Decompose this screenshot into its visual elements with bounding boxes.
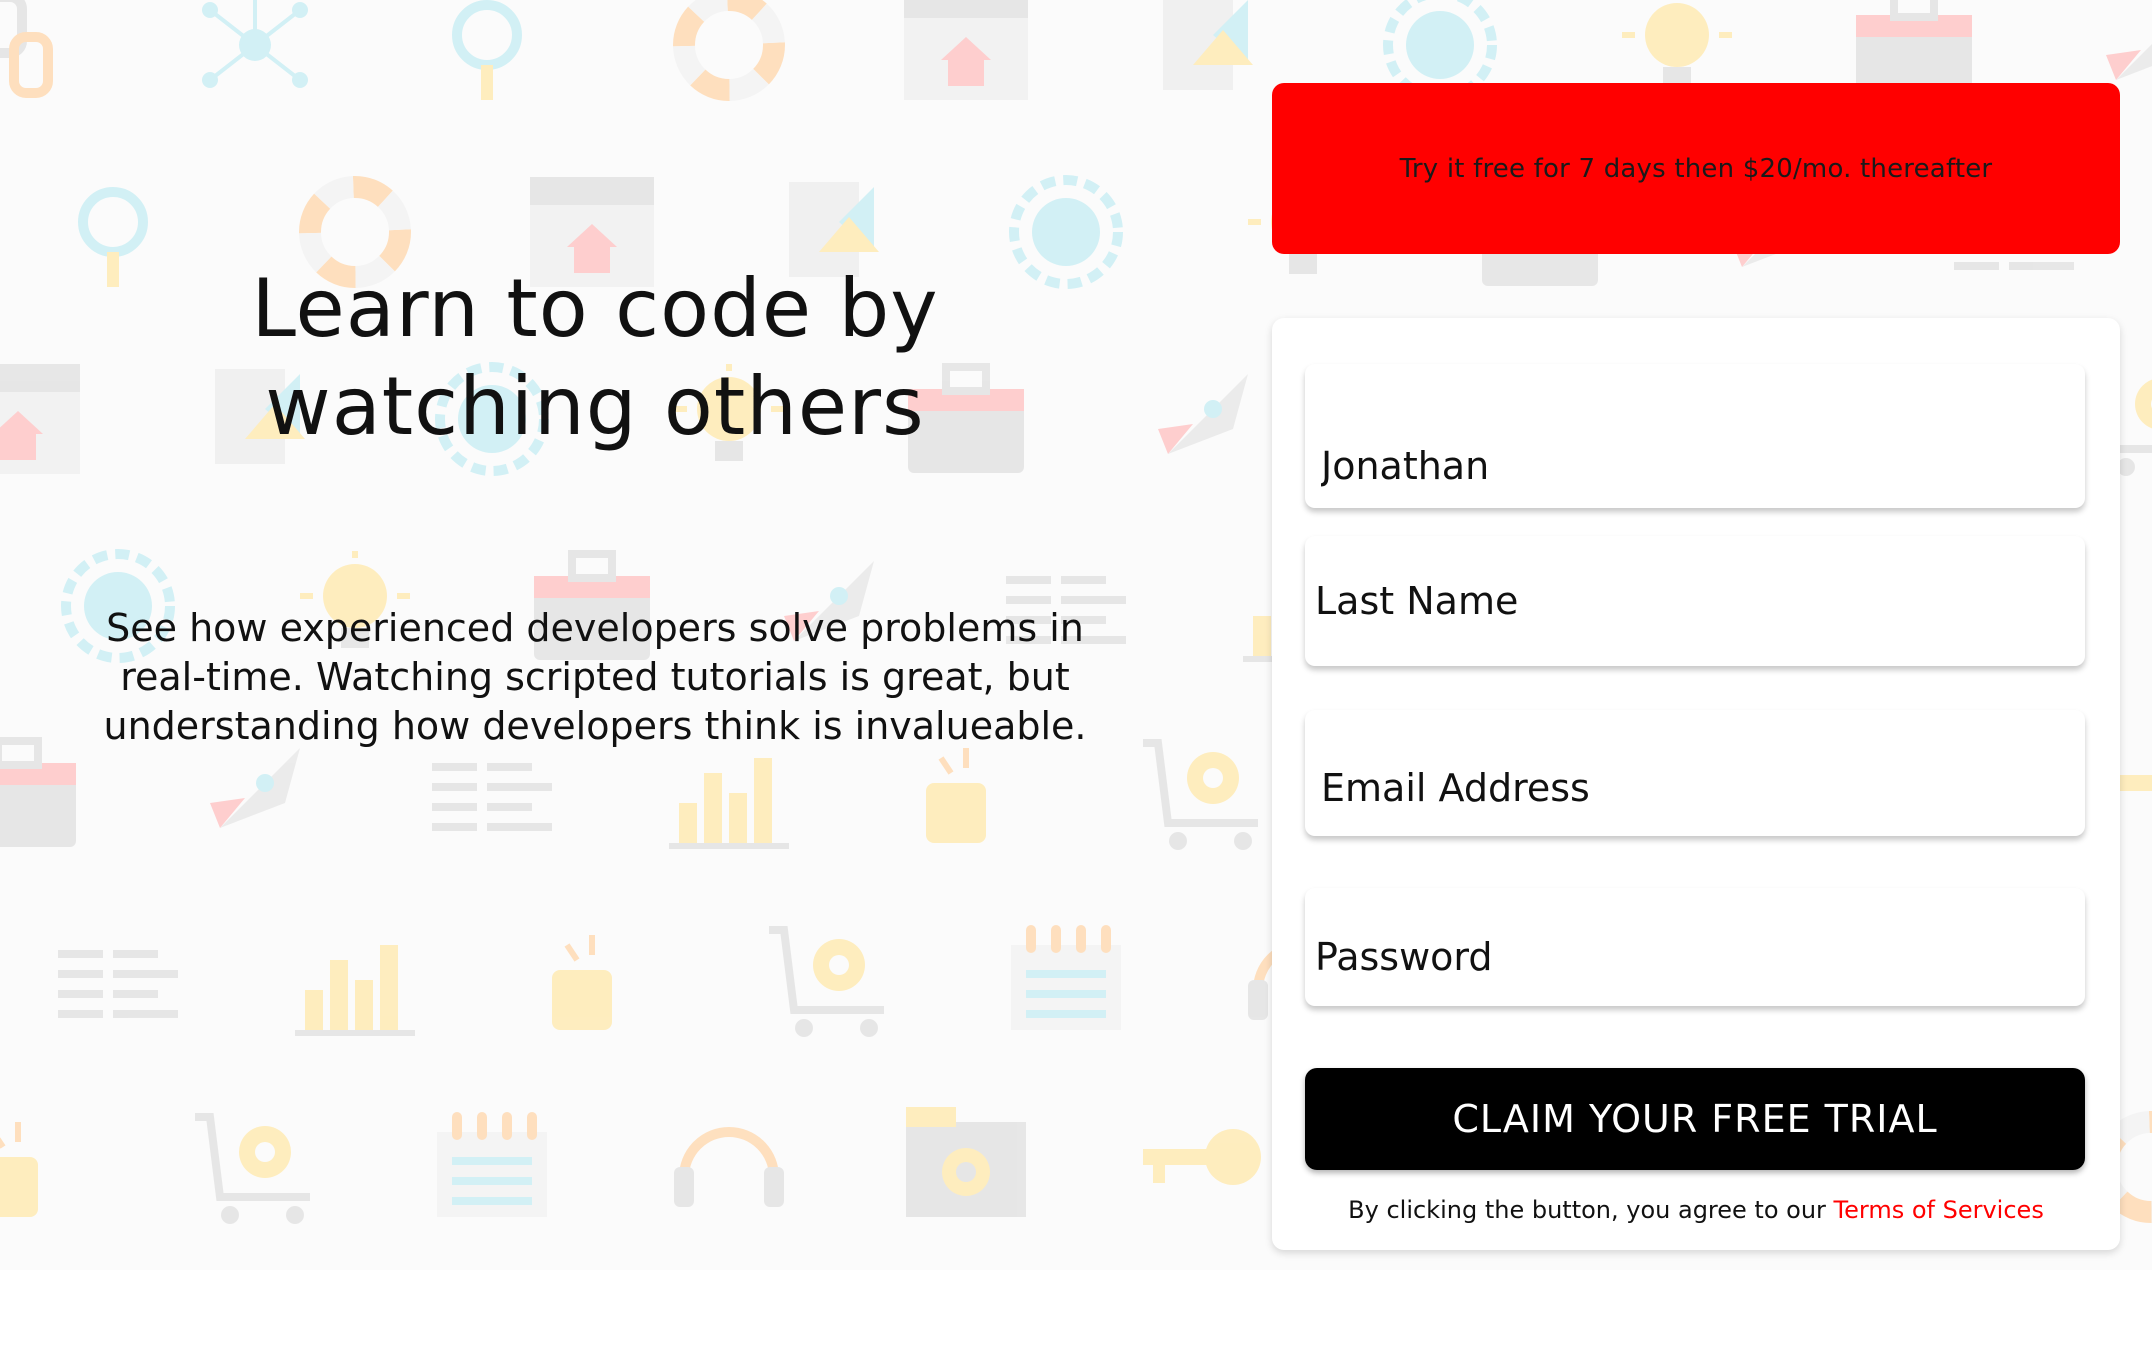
first-name-input[interactable] [1305,364,2085,508]
lightbulb-icon [1622,3,1732,87]
password-field-wrapper [1305,888,2085,1006]
hero-section: Learn to code by watching others See how… [60,260,1130,751]
hero-title: Learn to code by watching others [251,262,939,453]
calendar-icon [437,1112,547,1217]
first-name-field-wrapper [1305,364,2085,508]
text-lines-icon [432,763,552,831]
folder-gear-icon [906,1107,1026,1217]
cursor-click-icon [0,1122,38,1217]
hero-description: See how experienced developers solve pro… [103,606,1087,748]
terms-consent: By clicking the button, you agree to our… [1272,1196,2120,1224]
signup-form: CLAIM YOUR FREE TRIAL By clicking the bu… [1272,318,2120,1250]
last-name-field-wrapper [1305,536,2085,666]
email-input[interactable] [1305,710,2085,836]
last-name-input[interactable] [1305,536,2085,666]
magnifier-icon [452,0,522,100]
key-icon [1143,1129,1261,1185]
cart-gear-icon [769,926,884,1037]
cursor-click-icon [552,935,612,1030]
promo-text: Try it free for 7 days then $20/mo. ther… [1399,153,1993,184]
cart-gear-icon [195,1113,310,1224]
claim-free-trial-button[interactable]: CLAIM YOUR FREE TRIAL [1305,1068,2085,1170]
rocket-icon [210,748,300,828]
link-icon [0,0,53,98]
password-input[interactable] [1305,888,2085,1006]
rocket-icon [2106,44,2152,80]
toolbox-icon [0,737,76,847]
text-lines-icon [58,950,178,1018]
bar-chart-icon [669,758,789,849]
bar-chart-icon [295,945,415,1036]
lifebuoy-icon [673,0,785,101]
headset-icon [674,1127,784,1207]
browser-icon [904,0,1028,100]
calendar-icon [1011,925,1121,1030]
terms-of-service-link[interactable]: Terms of Services [1834,1196,2044,1224]
document-icon [1163,0,1253,90]
cursor-click-icon [926,748,986,843]
promo-banner: Try it free for 7 days then $20/mo. ther… [1272,83,2120,254]
cart-gear-icon [1143,739,1258,850]
network-icon [202,0,308,88]
rocket-icon [1158,374,1248,454]
email-field-wrapper [1305,710,2085,836]
consent-text: By clicking the button, you agree to our [1348,1196,1834,1224]
